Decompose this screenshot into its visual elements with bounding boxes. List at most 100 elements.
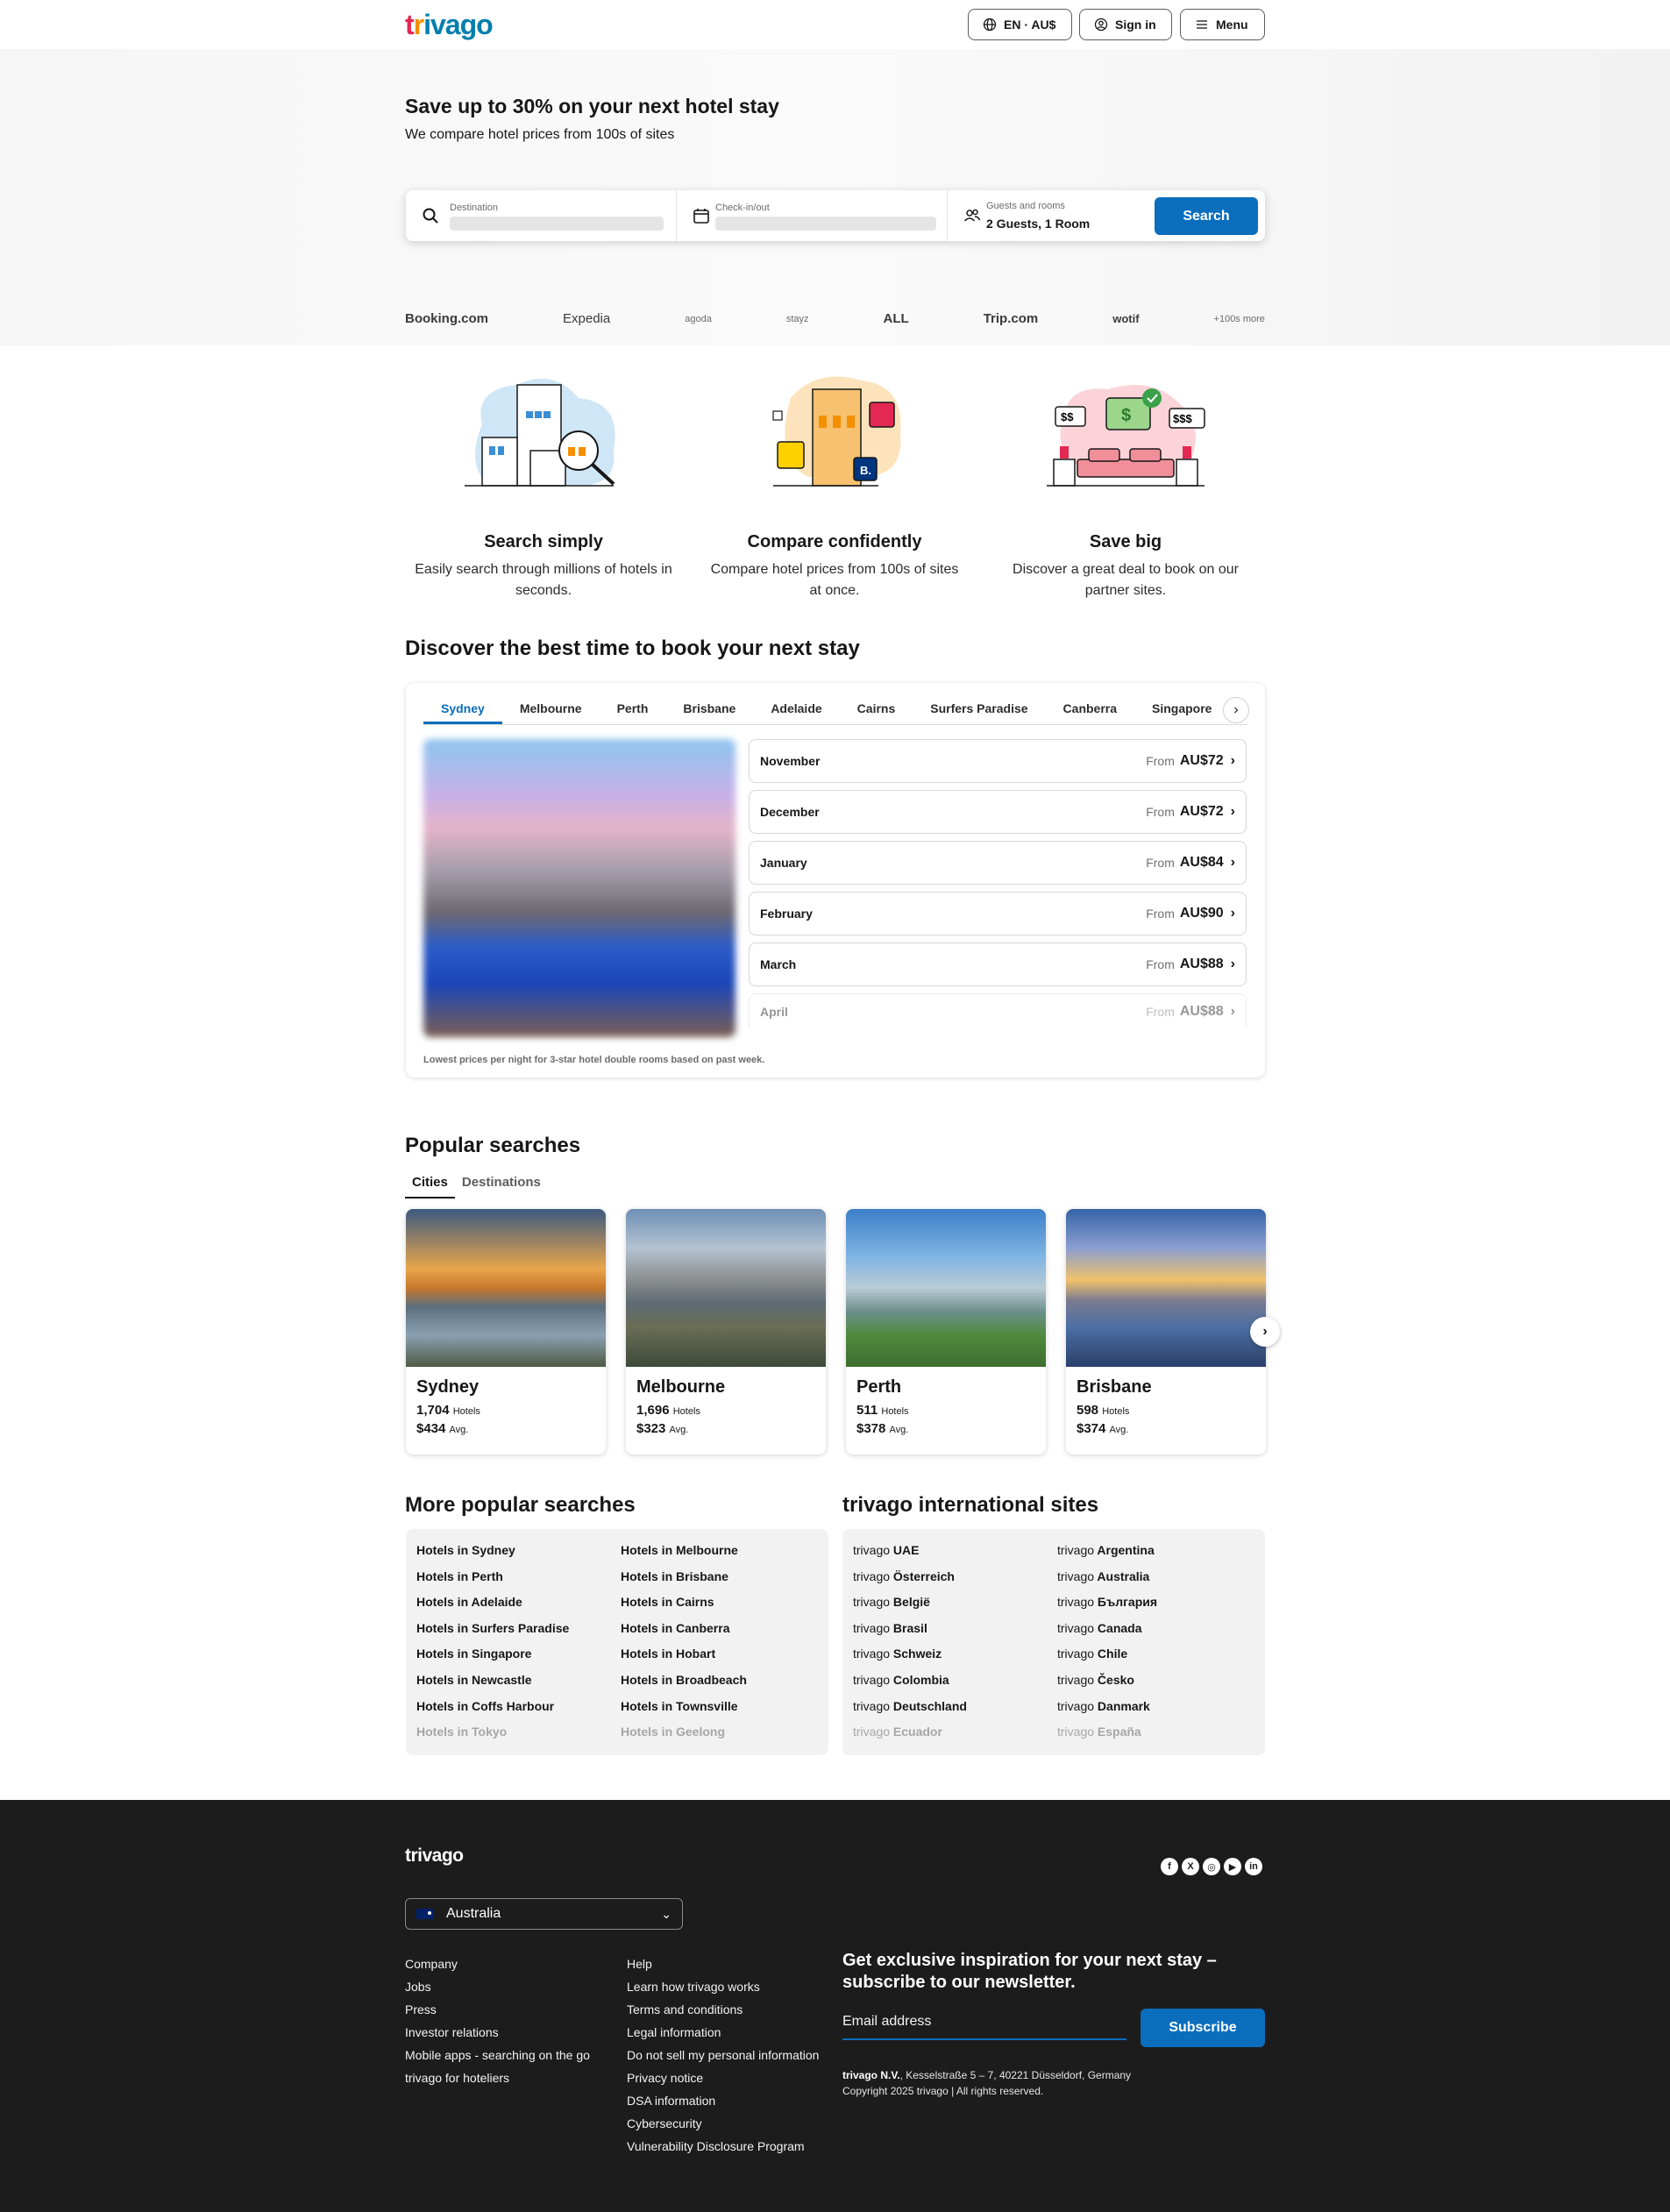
popular-link[interactable]: Hotels in Melbourne <box>621 1538 825 1564</box>
sign-in-button[interactable]: Sign in <box>1079 9 1172 40</box>
month-row[interactable]: January From AU$84 › <box>749 841 1247 885</box>
linkedin-icon[interactable]: in <box>1245 1858 1262 1875</box>
tab-brisbane[interactable]: Brisbane <box>665 695 753 724</box>
popular-link[interactable]: Hotels in Cairns <box>621 1590 825 1616</box>
international-site-link[interactable]: trivago Argentina <box>1057 1538 1261 1564</box>
email-input[interactable]: Email address <box>842 2014 1126 2040</box>
checkin-checkout-field[interactable]: Check-in/out <box>677 190 948 241</box>
footer-link[interactable]: Learn how trivago works <box>627 1975 837 1998</box>
popular-link[interactable]: Hotels in Surfers Paradise <box>416 1616 621 1642</box>
city-card-brisbane[interactable]: Brisbane 598 Hotels $374 Avg. <box>1066 1209 1266 1455</box>
popular-link[interactable]: Hotels in Sydney <box>416 1538 621 1564</box>
footer-logo[interactable]: trivago <box>405 1846 464 1867</box>
tab-adelaide[interactable]: Adelaide <box>753 695 839 724</box>
x-icon[interactable]: X <box>1182 1858 1199 1875</box>
footer-link[interactable]: Company <box>405 1952 615 1975</box>
destination-field[interactable]: Destination <box>406 190 677 241</box>
tab-cairns[interactable]: Cairns <box>840 695 913 724</box>
chevron-right-icon: › <box>1230 957 1235 971</box>
footer-link[interactable]: Mobile apps - searching on the go <box>405 2044 615 2066</box>
hotel-count-label: Hotels <box>881 1406 909 1417</box>
tab-perth[interactable]: Perth <box>600 695 666 724</box>
hamburger-icon <box>1197 20 1207 29</box>
international-site-link[interactable]: trivago Schweiz <box>853 1641 1057 1668</box>
international-site-link[interactable]: trivago Australia <box>1057 1564 1261 1590</box>
popular-link[interactable]: Hotels in Newcastle <box>416 1668 621 1694</box>
tab-canberra[interactable]: Canberra <box>1046 695 1134 724</box>
popular-link[interactable]: Hotels in Coffs Harbour <box>416 1694 621 1720</box>
footer-link[interactable]: Vulnerability Disclosure Program <box>627 2135 837 2158</box>
popular-link[interactable]: Hotels in Hobart <box>621 1641 825 1668</box>
popular-link[interactable]: Hotels in Canberra <box>621 1616 825 1642</box>
city-card-perth[interactable]: Perth 511 Hotels $378 Avg. <box>846 1209 1046 1455</box>
language-currency-button[interactable]: EN · AU$ <box>968 9 1072 40</box>
popular-link[interactable]: Hotels in Tokyo <box>416 1719 621 1746</box>
footer-link[interactable]: Legal information <box>627 2021 837 2044</box>
footer-link[interactable]: Cybersecurity <box>627 2112 837 2135</box>
international-site-link[interactable]: trivago Chile <box>1057 1641 1261 1668</box>
popular-link[interactable]: Hotels in Townsville <box>621 1694 825 1720</box>
popular-link[interactable]: Hotels in Perth <box>416 1564 621 1590</box>
footer-link[interactable]: Do not sell my personal information <box>627 2044 837 2066</box>
tab-sydney[interactable]: Sydney <box>423 695 502 724</box>
popular-link[interactable]: Hotels in Brisbane <box>621 1564 825 1590</box>
international-site-link[interactable]: trivago Österreich <box>853 1564 1057 1590</box>
month-row[interactable]: February From AU$90 › <box>749 892 1247 935</box>
month-row[interactable]: April From AU$88 › <box>749 993 1247 1028</box>
footer-link[interactable]: Jobs <box>405 1975 615 1998</box>
guests-rooms-field[interactable]: Guests and rooms 2 Guests, 1 Room Search <box>948 190 1265 241</box>
menu-button[interactable]: Menu <box>1180 9 1265 40</box>
search-button[interactable]: Search <box>1155 197 1258 235</box>
footer-link[interactable]: Investor relations <box>405 2021 615 2044</box>
tab-surfers-paradise[interactable]: Surfers Paradise <box>913 695 1045 724</box>
footer-link[interactable]: DSA information <box>627 2089 837 2112</box>
tab-melbourne[interactable]: Melbourne <box>502 695 600 724</box>
international-site-link[interactable]: trivago Česko <box>1057 1668 1261 1694</box>
tab-destinations[interactable]: Destinations <box>455 1171 548 1198</box>
instagram-icon[interactable]: ◎ <box>1203 1858 1220 1875</box>
facebook-icon[interactable]: f <box>1161 1858 1178 1875</box>
destination-placeholder <box>450 217 664 231</box>
hotel-count: 598 Hotels <box>1077 1403 1255 1418</box>
popular-link[interactable]: Hotels in Adelaide <box>416 1590 621 1616</box>
tabs-next-button[interactable]: › <box>1223 697 1249 723</box>
international-site-link[interactable]: trivago България <box>1057 1590 1261 1616</box>
international-site-link[interactable]: trivago België <box>853 1590 1057 1616</box>
popular-next-button[interactable]: › <box>1250 1317 1280 1347</box>
footer-link[interactable]: Help <box>627 1952 837 1975</box>
month-row[interactable]: November From AU$72 › <box>749 739 1247 783</box>
subscribe-button[interactable]: Subscribe <box>1141 2009 1265 2047</box>
from-label: From <box>1146 907 1175 921</box>
menu-label: Menu <box>1216 18 1248 32</box>
city-card-melbourne[interactable]: Melbourne 1,696 Hotels $323 Avg. <box>626 1209 826 1455</box>
svg-text:$$: $$ <box>1061 410 1074 423</box>
popular-link[interactable]: Hotels in Singapore <box>416 1641 621 1668</box>
tab-singapore[interactable]: Singapore <box>1134 695 1229 724</box>
hotel-count-value: 1,704 <box>416 1403 450 1418</box>
youtube-icon[interactable]: ▶ <box>1224 1858 1241 1875</box>
international-site-link[interactable]: trivago Ecuador <box>853 1719 1057 1746</box>
popular-link[interactable]: Hotels in Geelong <box>621 1719 825 1746</box>
international-site-link[interactable]: trivago Danmark <box>1057 1694 1261 1720</box>
guests-value: 2 Guests, 1 Room <box>986 217 1091 231</box>
popular-link[interactable]: Hotels in Broadbeach <box>621 1668 825 1694</box>
tab-cities[interactable]: Cities <box>405 1171 455 1198</box>
copyright-text: Copyright 2025 trivago | All rights rese… <box>842 2085 1044 2097</box>
month-row[interactable]: December From AU$72 › <box>749 790 1247 834</box>
footer-link[interactable]: Press <box>405 1998 615 2021</box>
footer-link[interactable]: Terms and conditions <box>627 1998 837 2021</box>
international-site-link[interactable]: trivago Brasil <box>853 1616 1057 1642</box>
month-row[interactable]: March From AU$88 › <box>749 942 1247 986</box>
country-selector[interactable]: Australia ⌄ <box>405 1898 683 1930</box>
footer-link[interactable]: trivago for hoteliers <box>405 2066 615 2089</box>
city-card-sydney[interactable]: Sydney 1,704 Hotels $434 Avg. <box>406 1209 606 1455</box>
international-site-link[interactable]: trivago Colombia <box>853 1668 1057 1694</box>
international-site-link[interactable]: trivago España <box>1057 1719 1261 1746</box>
international-site-link[interactable]: trivago UAE <box>853 1538 1057 1564</box>
partner-logo-expedia: Expedia <box>563 311 611 326</box>
footer-link[interactable]: Privacy notice <box>627 2066 837 2089</box>
international-site-link[interactable]: trivago Canada <box>1057 1616 1261 1642</box>
trivago-logo[interactable]: trivago <box>405 9 494 41</box>
international-site-link[interactable]: trivago Deutschland <box>853 1694 1057 1720</box>
feature-text: Discover a great deal to book on our par… <box>1013 562 1239 598</box>
